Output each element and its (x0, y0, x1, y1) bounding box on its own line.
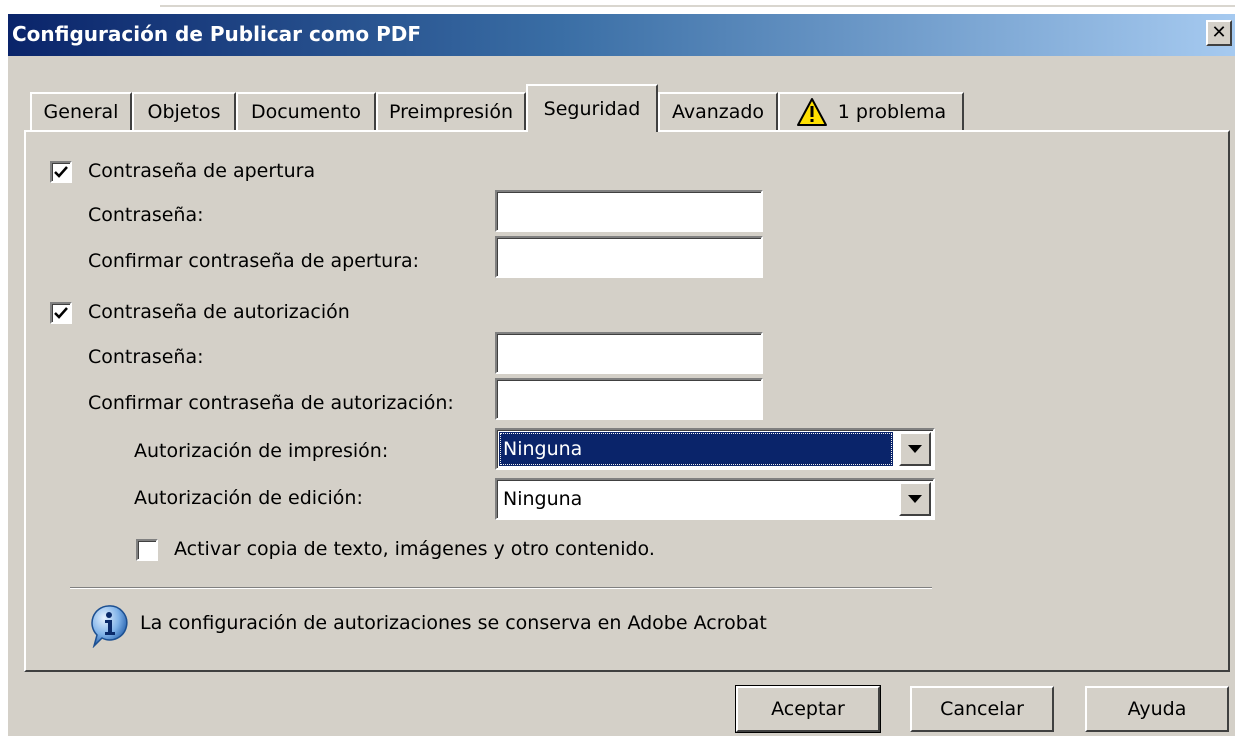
tab-seguridad[interactable]: Seguridad (526, 84, 658, 132)
checkmark-icon (54, 307, 68, 319)
help-button-label: Ayuda (1127, 698, 1187, 720)
open-password-checkbox[interactable] (50, 161, 72, 183)
chevron-down-icon (908, 445, 922, 453)
title-bar[interactable]: Configuración de Publicar como PDF ✕ (8, 14, 1235, 56)
tab-documento[interactable]: Documento (236, 92, 376, 130)
tab-objetos[interactable]: Objetos (132, 92, 236, 130)
open-password-confirm-input[interactable] (495, 236, 763, 278)
print-permission-label: Autorización de impresión: (134, 440, 389, 462)
close-button[interactable]: ✕ (1206, 20, 1232, 46)
info-icon (88, 604, 132, 653)
chevron-down-icon (908, 495, 922, 503)
edit-permission-select[interactable]: Ninguna (495, 478, 935, 520)
tab-avanzado[interactable]: Avanzado (658, 92, 778, 130)
window-title: Configuración de Publicar como PDF (12, 22, 422, 46)
background-strip (0, 0, 1235, 14)
permissions-password-input[interactable] (495, 332, 763, 374)
tab-label: Preimpresión (389, 101, 513, 123)
permissions-password-field-label: Contraseña: (88, 346, 204, 368)
dropdown-button[interactable] (899, 482, 931, 516)
tab-general[interactable]: General (30, 92, 132, 130)
select-value: Ninguna (499, 432, 893, 466)
print-permission-select[interactable]: Ninguna (495, 428, 935, 470)
dropdown-button[interactable] (899, 432, 931, 466)
tab-label: Documento (250, 101, 362, 123)
permissions-password-label: Contraseña de autorización (88, 301, 350, 323)
ok-button[interactable]: Aceptar (735, 685, 881, 733)
copy-content-label: Activar copia de texto, imágenes y otro … (174, 538, 655, 560)
ok-button-label: Aceptar (771, 698, 845, 720)
tab-problems[interactable]: 1 problema (778, 92, 964, 130)
open-password-input[interactable] (495, 190, 763, 232)
edit-permission-label: Autorización de edición: (134, 487, 363, 509)
tab-preimpresion[interactable]: Preimpresión (376, 92, 526, 130)
tab-label: General (43, 101, 119, 123)
select-value: Ninguna (503, 488, 583, 510)
cancel-button[interactable]: Cancelar (910, 686, 1054, 732)
separator (70, 587, 932, 589)
open-password-confirm-label: Confirmar contraseña de apertura: (88, 250, 420, 272)
checkmark-icon (54, 166, 68, 178)
tab-label: 1 problema (837, 101, 947, 123)
warning-icon (796, 97, 828, 127)
tab-label: Avanzado (671, 101, 765, 123)
info-text: La configuración de autorizaciones se co… (140, 612, 767, 634)
close-icon: ✕ (1211, 22, 1227, 43)
divider (160, 5, 1235, 7)
permissions-password-checkbox[interactable] (50, 302, 72, 324)
copy-content-checkbox[interactable] (136, 539, 158, 561)
open-password-field-label: Contraseña: (88, 204, 204, 226)
open-password-label: Contraseña de apertura (88, 160, 316, 182)
dialog-window: Configuración de Publicar como PDF ✕ Gen… (8, 14, 1235, 736)
permissions-password-confirm-label: Confirmar contraseña de autorización: (88, 392, 454, 414)
tab-label: Seguridad (543, 98, 641, 120)
help-button[interactable]: Ayuda (1085, 686, 1229, 732)
security-panel: Contraseña de apertura Contraseña: Confi… (24, 130, 1230, 672)
permissions-password-confirm-input[interactable] (495, 378, 763, 420)
tab-label: Objetos (147, 101, 221, 123)
cancel-button-label: Cancelar (940, 698, 1024, 720)
